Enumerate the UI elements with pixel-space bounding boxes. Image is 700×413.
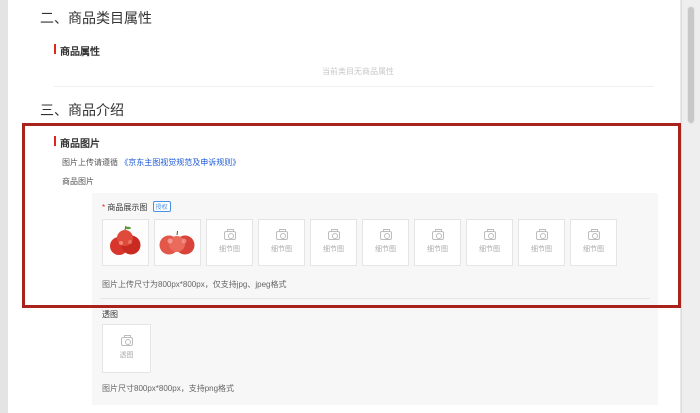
vertical-scrollbar[interactable] [681, 0, 700, 413]
section-title-category-attrs: 二、商品类目属性 [40, 10, 152, 26]
scrollbar-thumb[interactable] [687, 6, 695, 124]
transparent-image-slot[interactable]: 透图 [102, 324, 151, 373]
left-edge-strip [0, 0, 8, 413]
empty-attrs-text: 当前类目无商品属性 [322, 67, 394, 76]
transparent-image-label: 透图 [102, 310, 118, 319]
transparent-image-note: 图片尺寸800px*800px，支持png格式 [102, 384, 235, 393]
sub-title-product-attrs: 商品属性 [54, 43, 100, 58]
highlight-annotation-box [22, 123, 681, 308]
section-title-intro: 三、商品介绍 [40, 102, 124, 118]
camera-icon [120, 335, 133, 346]
slot-caption: 透图 [119, 352, 134, 359]
divider [54, 86, 654, 87]
